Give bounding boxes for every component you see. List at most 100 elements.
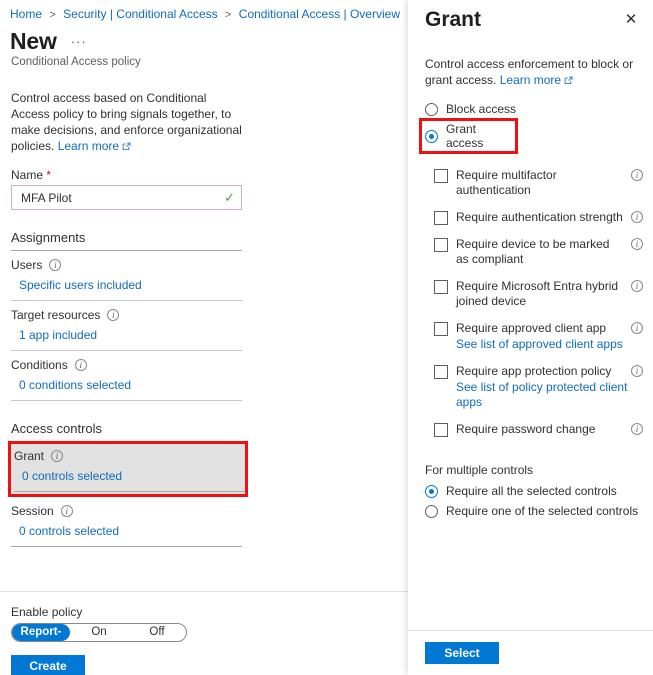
control-label-line: Require authentication strength bbox=[456, 210, 643, 225]
checkbox-icon[interactable] bbox=[434, 280, 448, 295]
conditions-value[interactable]: 0 conditions selected bbox=[0, 372, 408, 400]
control-require-multifactor-authentication[interactable]: Require multifactor authentication bbox=[408, 168, 653, 198]
info-icon[interactable] bbox=[631, 365, 643, 378]
grant-control-highlight[interactable]: Grant 0 controls selected bbox=[8, 441, 248, 498]
name-input-wrapper: ✓ bbox=[0, 185, 408, 211]
radio-require-one-control[interactable]: Require one of the selected controls bbox=[425, 498, 653, 518]
grant-panel-header: Grant ✕ bbox=[408, 0, 653, 31]
info-icon[interactable] bbox=[631, 238, 643, 251]
external-link-icon bbox=[122, 139, 131, 155]
create-button[interactable]: Create bbox=[11, 655, 85, 675]
control-label-line: Require multifactor authentication bbox=[456, 168, 643, 198]
session-control[interactable]: Session 0 controls selected bbox=[0, 497, 408, 546]
breadcrumb-item-home[interactable]: Home bbox=[10, 7, 42, 21]
info-icon[interactable] bbox=[74, 359, 87, 372]
radio-require-all-controls[interactable]: Require all the selected controls bbox=[425, 480, 653, 498]
target-resources-label-row: Target resources bbox=[0, 301, 408, 322]
control-require-app-protection-policy[interactable]: Require app protection policy See list o… bbox=[408, 364, 653, 410]
radio-block-access-label: Block access bbox=[446, 102, 517, 117]
grant-access-highlight[interactable]: Grant access bbox=[419, 118, 518, 155]
control-label: Require authentication strength bbox=[456, 210, 623, 225]
name-input-box[interactable]: ✓ bbox=[11, 185, 242, 211]
policy-name-input[interactable] bbox=[19, 189, 225, 206]
enable-policy-option-report-only[interactable]: Report-only bbox=[12, 624, 70, 641]
select-button[interactable]: Select bbox=[425, 642, 499, 664]
session-value[interactable]: 0 controls selected bbox=[0, 518, 408, 546]
session-value-link[interactable]: 0 controls selected bbox=[19, 524, 119, 538]
panel-learn-more-link[interactable]: Learn more bbox=[500, 73, 573, 87]
grant-label-row: Grant bbox=[11, 444, 245, 463]
control-text: Require multifactor authentication bbox=[456, 168, 643, 198]
control-label: Require app protection policy bbox=[456, 364, 612, 379]
radio-icon-unselected[interactable] bbox=[425, 102, 438, 116]
info-icon[interactable] bbox=[631, 169, 643, 182]
checkbox-icon[interactable] bbox=[434, 322, 448, 337]
assignment-users[interactable]: Users Specific users included bbox=[0, 251, 408, 300]
grant-value[interactable]: 0 controls selected bbox=[11, 463, 245, 491]
info-icon[interactable] bbox=[631, 280, 643, 293]
checkbox-icon[interactable] bbox=[434, 211, 448, 226]
checkbox-icon[interactable] bbox=[434, 238, 448, 253]
page-subtitle: Conditional Access policy bbox=[11, 56, 141, 69]
close-icon[interactable]: ✕ bbox=[620, 8, 642, 30]
breadcrumb-item-conditional-access-overview[interactable]: Conditional Access | Overview bbox=[239, 7, 400, 21]
checkbox-icon[interactable] bbox=[434, 169, 448, 184]
session-divider bbox=[11, 546, 242, 548]
grant-value-link[interactable]: 0 controls selected bbox=[22, 469, 122, 483]
control-text: Require authentication strength bbox=[456, 210, 643, 225]
conditions-value-link[interactable]: 0 conditions selected bbox=[19, 378, 131, 392]
info-icon[interactable] bbox=[60, 505, 73, 518]
info-icon[interactable] bbox=[631, 322, 643, 335]
assignments-heading: Assignments bbox=[11, 230, 86, 246]
assignment-target-resources[interactable]: Target resources 1 app included bbox=[0, 301, 408, 350]
radio-require-one-control-label: Require one of the selected controls bbox=[446, 504, 639, 519]
control-require-authentication-strength[interactable]: Require authentication strength bbox=[408, 210, 653, 226]
enable-policy-option-on[interactable]: On bbox=[70, 624, 128, 641]
radio-block-access[interactable]: Block access bbox=[408, 98, 653, 116]
info-icon[interactable] bbox=[51, 450, 64, 463]
grant-controls-list: Require multifactor authentication Requi… bbox=[408, 154, 653, 438]
enable-policy-option-off[interactable]: Off bbox=[128, 624, 186, 641]
access-controls-heading: Access controls bbox=[11, 421, 103, 437]
external-link-icon bbox=[564, 73, 573, 89]
required-marker: * bbox=[46, 168, 52, 183]
info-icon[interactable] bbox=[631, 211, 643, 224]
grant-panel-footer: Select bbox=[408, 630, 653, 675]
control-label-line: Require approved client app bbox=[456, 321, 643, 336]
radio-icon-selected[interactable] bbox=[425, 129, 438, 143]
checkbox-icon[interactable] bbox=[434, 365, 448, 380]
more-options-icon[interactable]: ··· bbox=[71, 34, 87, 49]
grant-label: Grant bbox=[14, 449, 45, 464]
radio-icon-selected[interactable] bbox=[425, 484, 438, 498]
footer-divider bbox=[0, 591, 408, 592]
control-text: Require password change bbox=[456, 422, 643, 437]
name-label-text: Name bbox=[11, 168, 44, 183]
assignment-conditions[interactable]: Conditions 0 conditions selected bbox=[0, 351, 408, 400]
control-require-approved-client-app[interactable]: Require approved client app See list of … bbox=[408, 321, 653, 352]
control-label-line: Require app protection policy bbox=[456, 364, 643, 379]
checkbox-icon[interactable] bbox=[434, 423, 448, 438]
control-text: Require device to be marked as compliant bbox=[456, 237, 643, 267]
control-require-device-compliant[interactable]: Require device to be marked as compliant bbox=[408, 237, 653, 267]
info-icon[interactable] bbox=[49, 259, 62, 272]
info-icon[interactable] bbox=[107, 309, 120, 322]
radio-icon-unselected[interactable] bbox=[425, 504, 438, 518]
breadcrumb-separator: > bbox=[49, 9, 56, 21]
users-value-link[interactable]: Specific users included bbox=[19, 278, 142, 292]
users-value[interactable]: Specific users included bbox=[0, 272, 408, 300]
breadcrumb-separator: > bbox=[225, 9, 232, 21]
approved-client-apps-link[interactable]: See list of approved client apps bbox=[456, 337, 643, 352]
control-require-password-change[interactable]: Require password change bbox=[408, 422, 653, 438]
enable-policy-toggle[interactable]: Report-only On Off bbox=[11, 623, 187, 642]
radio-grant-access-label: Grant access bbox=[446, 122, 484, 151]
policy-form-pane: Home > Security | Conditional Access > C… bbox=[0, 0, 408, 675]
radio-grant-access[interactable]: Grant access bbox=[422, 122, 515, 150]
breadcrumb-item-security-conditional-access[interactable]: Security | Conditional Access bbox=[63, 7, 218, 21]
info-icon[interactable] bbox=[631, 423, 643, 436]
target-resources-value-link[interactable]: 1 app included bbox=[19, 328, 97, 342]
target-resources-value[interactable]: 1 app included bbox=[0, 322, 408, 350]
learn-more-link[interactable]: Learn more bbox=[58, 139, 131, 153]
policy-protected-client-apps-link[interactable]: See list of policy protected client apps bbox=[456, 380, 643, 410]
control-require-entra-hybrid-joined-device[interactable]: Require Microsoft Entra hybrid joined de… bbox=[408, 279, 653, 309]
control-label: Require approved client app bbox=[456, 321, 607, 336]
